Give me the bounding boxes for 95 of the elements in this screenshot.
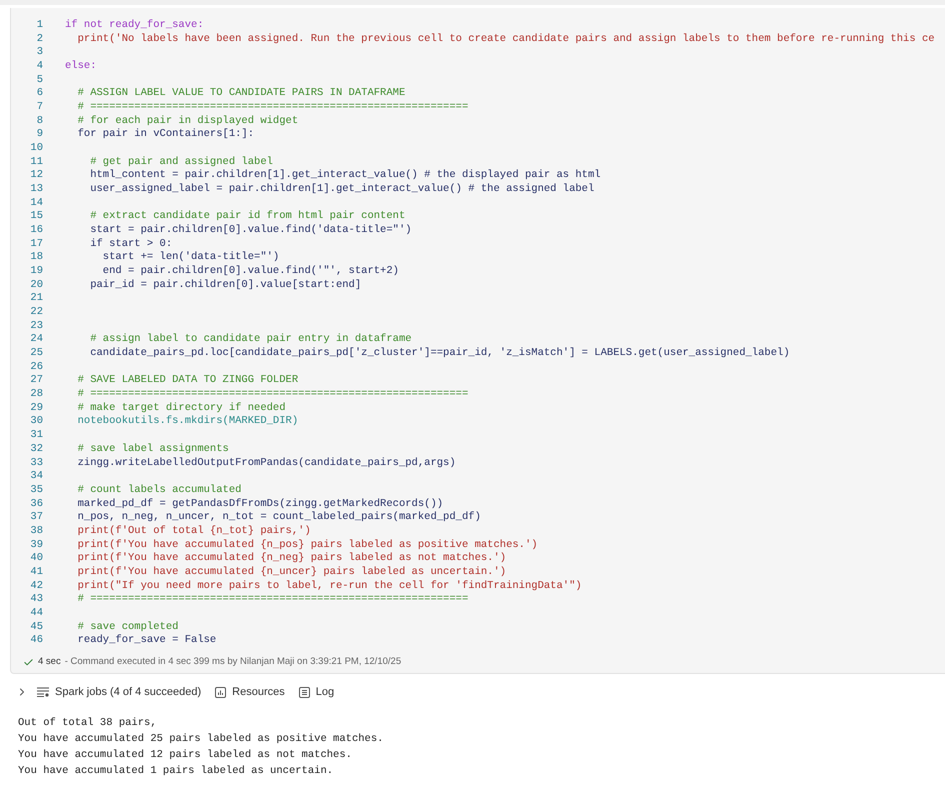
line-number: 42 [29,580,43,594]
line-number: 43 [29,593,43,607]
code-line: start = pair.children[0].value.find('data-title="') [89,224,412,238]
line-number: 3 [36,46,43,60]
check-icon [23,656,34,668]
line-number: 20 [29,278,43,292]
line-number: 23 [29,320,43,334]
list-icon [37,687,49,698]
line-number: 24 [29,333,43,348]
line-number: 44 [29,606,43,621]
code-line: # get pair and assigned label [89,156,273,169]
line-number: 14 [29,196,43,210]
line-number: 5 [36,74,43,88]
line-number: 32 [29,442,43,456]
line-number: 36 [29,498,43,512]
code-line: html_content = pair.children[1].get_interact_value() # the displayed pair as html [89,169,601,183]
line-number: 7 [36,101,43,115]
code-line: end = pair.children[0].value.find('"', start+2) [102,265,399,279]
line-number: 41 [29,566,43,580]
code-line: if not ready_for_save: [65,19,204,33]
code-line: # for each pair in displayed widget [76,114,298,128]
code-line: # make target directory if needed [76,402,286,415]
line-number: 33 [29,456,43,470]
code-line: zingg.writeLabelledOutputFromPandas(candidate_pairs_pd,args) [76,456,456,470]
line-number: 6 [36,87,43,102]
code-line: # assign label to candidate pair entry in dataframe [89,333,412,347]
duration-text: 4 sec [38,654,61,669]
line-number: 38 [29,524,43,539]
code-line: # ============================================================ [76,101,468,115]
line-number: 15 [29,210,43,224]
code-line: # ============================================================ [76,593,468,607]
line-number: 46 [29,634,43,648]
toolbar-button[interactable]: Resources [215,684,285,701]
code-line: # ASSIGN LABEL VALUE TO CANDIDATE PAIRS IN DATAFRAME [76,87,406,102]
code-line: # extract candidate pair id from html pair content [89,210,406,224]
line-number: 37 [29,511,43,525]
code-line: candidate_pairs_pd.loc[candidate_pairs_pd['z_cluster']==pair_id, 'z_isMatch'] = LABELS.get(user_assigned_label) [89,347,790,361]
line-number: 4 [36,60,43,74]
line-number: 9 [36,128,43,142]
line-number: 26 [29,360,43,374]
code-line: user_assigned_label = pair.children[1].get_interact_value() # the assigned label [89,183,594,197]
line-number: 13 [29,183,43,197]
toolbar-button[interactable]: Log [298,684,334,701]
code-line: # save label assignments [76,442,229,456]
code-line: print(f'Out of total {n_tot} pairs,') [76,524,311,539]
code-line: start += len('data-title="') [102,251,280,265]
line-number: 8 [36,114,43,128]
line-number: 45 [29,620,43,634]
code-line: pair_id = pair.children[0].value[start:end] [89,278,362,292]
line-number: 31 [29,429,43,443]
code-line: if start > 0: [89,238,172,251]
code-line: print('No labels have been assigned. Run the previous cell to create candidate pairs and assign labels to them before re-running this ce [76,32,935,46]
line-number: 22 [29,306,43,320]
line-number: 28 [29,388,43,402]
code-line: ready_for_save = False [76,634,216,648]
document-icon [298,686,310,698]
code-line: print(f'You have accumulated {n_pos} pairs labeled as positive matches.') [76,538,538,552]
output-line: You have accumulated 25 pairs labeled as positive matches. [18,732,384,747]
line-number: 10 [29,142,43,156]
code-cell[interactable] [10,8,945,674]
output-line: You have accumulated 12 pairs labeled as not matches. [18,748,353,763]
line-number: 16 [29,224,43,238]
line-number: 27 [29,374,43,388]
line-number: 12 [29,169,43,184]
code-line: print("If you need more pairs to label, re-run the cell for 'findTrainingData'") [76,580,582,594]
line-number: 18 [29,251,43,266]
code-line: n_pos, n_neg, n_uncer, n_tot = count_labeled_pairs(marked_pd_df) [76,511,481,525]
line-number: 35 [29,484,43,498]
line-number: 39 [29,538,43,552]
line-number: 25 [29,347,43,361]
line-number: 34 [29,470,43,484]
code-line: marked_pd_df = getPandasDfFromDs(zingg.getMarkedRecords()) [76,498,444,511]
output-line: Out of total 38 pairs, [18,716,158,731]
code-line: # SAVE LABELED DATA TO ZINGG FOLDER [76,374,298,388]
code-line: notebookutils.fs.mkdirs(MARKED_DIR) [76,415,298,430]
line-number: 19 [29,265,43,279]
code-line: print(f'You have accumulated {n_uncer} pairs labeled as uncertain.') [76,566,506,580]
code-line: # save completed [76,620,178,634]
output-line: You have accumulated 1 pairs labeled as uncertain. [18,764,334,779]
line-number: 21 [29,292,43,306]
line-number: 11 [29,156,43,170]
code-line: # count labels accumulated [76,484,242,498]
code-line: print(f'You have accumulated {n_neg} pairs labeled as not matches.') [76,552,506,566]
toolbar-button[interactable]: Spark jobs (4 of 4 succeeded) [37,684,202,701]
line-number: 29 [29,402,43,416]
line-number: 2 [36,32,43,46]
code-line: # ============================================================ [76,388,468,402]
line-number: 40 [29,552,43,566]
execution-status: - Command executed in 4 sec 399 ms by Nilanjan Maji on 3:39:21 PM, 12/10/25 [64,654,402,669]
line-number: 30 [29,415,43,430]
code-line: else: [65,60,97,74]
code-line: for pair in vContainers[1:]: [76,128,254,142]
line-number: 1 [36,19,43,33]
line-number: 17 [29,238,43,252]
chart-icon [215,686,226,698]
